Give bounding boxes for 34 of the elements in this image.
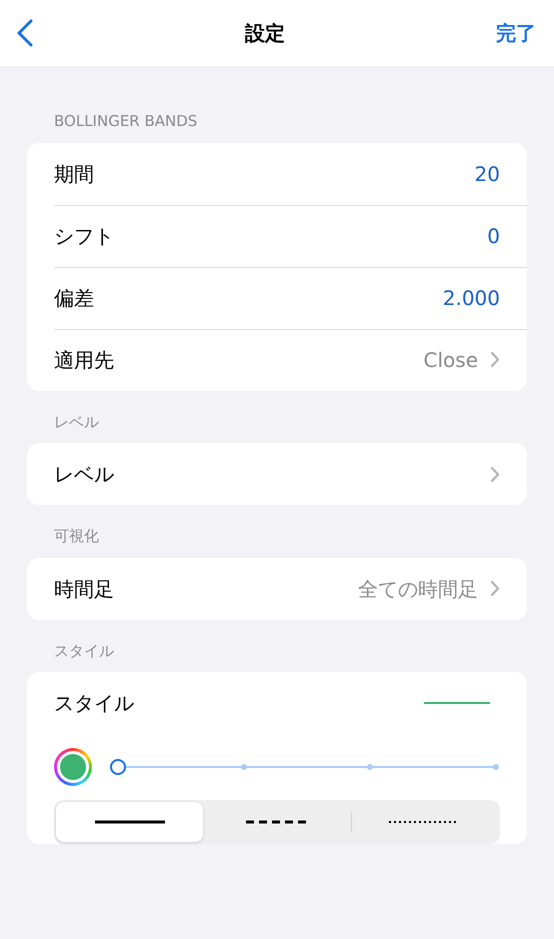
row-value: 2.000 <box>442 284 500 312</box>
chevron-icon <box>490 466 500 482</box>
section-header: スタイル <box>53 640 115 662</box>
line-style-tab[interactable] <box>56 802 204 842</box>
row-value: Close <box>424 346 478 374</box>
back-button[interactable] <box>16 19 34 47</box>
settings-row[interactable]: シフト 0 <box>27 204 527 266</box>
color-picker[interactable] <box>54 748 92 786</box>
row-label: スタイル <box>54 690 134 717</box>
row-label: 期間 <box>54 160 94 188</box>
row-label: シフト <box>54 222 114 250</box>
row-label: 適用先 <box>54 346 114 374</box>
row-label: 偏差 <box>54 284 94 312</box>
settings-row[interactable]: 適用先 Close <box>27 328 527 390</box>
settings-row[interactable]: レベル <box>27 443 527 505</box>
section-header: BOLLINGER BANDS <box>53 111 198 132</box>
row-value: 20 <box>474 160 500 188</box>
settings-row[interactable]: 時間足 全ての時間足 <box>27 558 527 620</box>
row-label: 時間足 <box>54 576 114 602</box>
section-header: 可視化 <box>53 526 100 547</box>
row-label: レベル <box>54 461 114 488</box>
line-preview <box>424 702 490 704</box>
row-value: 0 <box>487 222 500 250</box>
settings-row[interactable]: 期間 20 <box>27 142 527 204</box>
done-button[interactable]: 完了 <box>496 18 536 48</box>
width-slider[interactable] <box>110 759 500 775</box>
section-header: レベル <box>53 412 100 432</box>
settings-row[interactable]: 偏差 2.000 <box>27 266 527 328</box>
chevron-icon <box>490 580 500 597</box>
screen-title: 設定 <box>245 20 285 47</box>
chevron-icon <box>490 351 500 368</box>
dashed-line-icon <box>246 820 308 824</box>
solid-line-icon <box>94 820 165 824</box>
row-value: 全ての時間足 <box>358 576 478 602</box>
